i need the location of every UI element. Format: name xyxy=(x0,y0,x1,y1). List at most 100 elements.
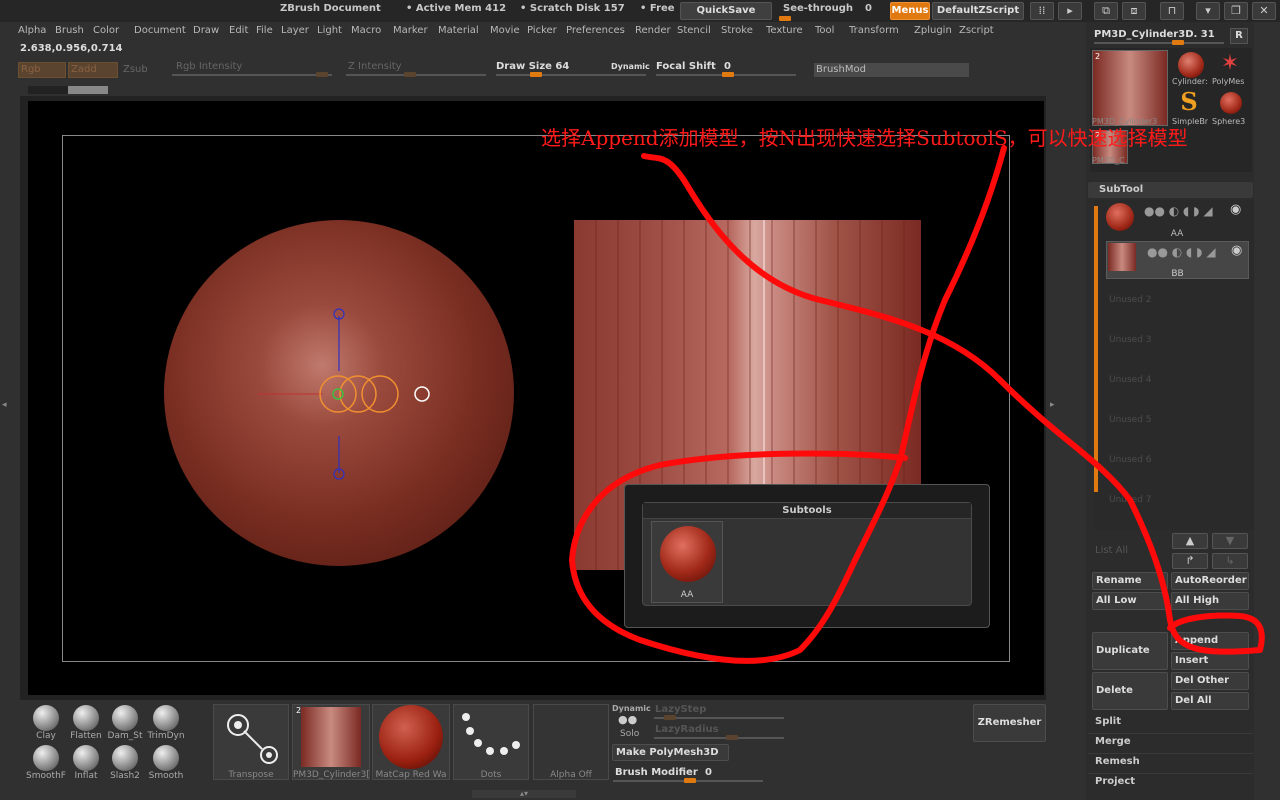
cylinder-thumb-icon[interactable] xyxy=(1178,52,1204,78)
menu-tool[interactable]: Tool xyxy=(815,25,834,36)
draw-size-slider[interactable] xyxy=(496,74,646,76)
rgb-intensity-knob[interactable] xyxy=(316,72,328,77)
menu-stroke[interactable]: Stroke xyxy=(721,25,753,36)
minimize-icon[interactable]: ▾ xyxy=(1196,2,1220,20)
subtool-item-bb[interactable]: ●● ◐ ◖ ◗ ◢ ◉ BB xyxy=(1106,241,1249,279)
smoothf-brush-icon[interactable] xyxy=(33,745,59,771)
menu-preferences[interactable]: Preferences xyxy=(566,25,625,36)
solo-icon[interactable]: ●● xyxy=(618,713,642,727)
append-button[interactable]: Append xyxy=(1171,632,1249,650)
alpha-tile[interactable]: Alpha Off xyxy=(533,704,609,780)
lock-icon[interactable]: ⊓ xyxy=(1160,2,1184,20)
clay-brush-icon[interactable] xyxy=(33,705,59,731)
menu-macro[interactable]: Macro xyxy=(351,25,381,36)
stroke-tile[interactable]: Dots xyxy=(453,704,529,780)
remesh-button[interactable]: Remesh xyxy=(1095,756,1140,767)
default-zscript-button[interactable]: DefaultZScript xyxy=(932,2,1024,20)
move-down-icon[interactable]: ▼ xyxy=(1212,533,1248,549)
lazystep-knob[interactable] xyxy=(664,715,676,720)
menu-edit[interactable]: Edit xyxy=(229,25,248,36)
zsub-button[interactable]: Zsub xyxy=(123,64,148,75)
subtool-item-aa[interactable]: ●● ◐ ◖ ◗ ◢ ◉ AA xyxy=(1104,201,1250,239)
unused-slot[interactable]: Unused 4 xyxy=(1109,375,1152,385)
subtool-scrollbar[interactable] xyxy=(1094,206,1098,492)
tool-tile[interactable]: 2 PM3D_Cylinder3[ xyxy=(292,704,370,780)
unused-slot[interactable]: Unused 7 xyxy=(1109,495,1152,505)
merge-button[interactable]: Merge xyxy=(1095,736,1131,747)
r-button[interactable]: R xyxy=(1230,28,1248,44)
del-all-button[interactable]: Del All xyxy=(1171,692,1249,710)
restore-icon[interactable]: ❐ xyxy=(1224,2,1248,20)
see-through-slider[interactable]: See-through 0 xyxy=(775,2,885,21)
draw-size-knob[interactable] xyxy=(530,72,542,77)
list-all-button[interactable]: List All xyxy=(1095,545,1128,556)
menu-transform[interactable]: Transform xyxy=(849,25,899,36)
menu-document[interactable]: Document xyxy=(134,25,186,36)
move-up-icon[interactable]: ▲ xyxy=(1172,533,1208,549)
right-panel-arrow-icon[interactable]: ▸ xyxy=(1050,400,1056,414)
menus-button[interactable]: Menus xyxy=(890,2,930,20)
layout-icon[interactable]: ⧉ xyxy=(1094,2,1118,20)
menu-draw[interactable]: Draw xyxy=(193,25,219,36)
unused-slot[interactable]: Unused 2 xyxy=(1109,295,1152,305)
flatten-brush-icon[interactable] xyxy=(73,705,99,731)
left-panel-arrow-icon[interactable]: ◂ xyxy=(2,400,8,414)
menu-file[interactable]: File xyxy=(256,25,273,36)
project-button[interactable]: Project xyxy=(1095,776,1135,787)
scroll-icon[interactable]: ⁞⁞ xyxy=(1030,2,1054,20)
dynamic-solo-toggle[interactable]: Dynamic xyxy=(612,704,651,713)
insert-button[interactable]: Insert xyxy=(1171,652,1249,670)
all-high-button[interactable]: All High xyxy=(1171,592,1249,610)
menu-picker[interactable]: Picker xyxy=(527,25,557,36)
del-other-button[interactable]: Del Other xyxy=(1171,672,1249,690)
z-intensity-knob[interactable] xyxy=(404,72,416,77)
tool-thumb-cylinder[interactable]: 2 xyxy=(1092,50,1168,126)
menu-brush[interactable]: Brush xyxy=(55,25,84,36)
menu-marker[interactable]: Marker xyxy=(393,25,428,36)
menu-zplugin[interactable]: Zplugin xyxy=(914,25,952,36)
rgb-intensity-slider[interactable] xyxy=(172,74,332,76)
rgb-button[interactable]: Rgb xyxy=(18,62,66,78)
z-intensity-slider[interactable] xyxy=(346,74,486,76)
quicksave-button[interactable]: QuickSave xyxy=(680,2,772,20)
menu-light[interactable]: Light xyxy=(317,25,342,36)
polymesh-star-icon[interactable]: ✶ xyxy=(1218,52,1242,76)
duplicate-button[interactable]: Duplicate xyxy=(1092,632,1168,670)
unused-slot[interactable]: Unused 6 xyxy=(1109,455,1152,465)
merge-up-icon[interactable]: ↱ xyxy=(1172,553,1208,569)
brush-modifier-knob[interactable] xyxy=(684,778,696,783)
menu-zscript[interactable]: Zscript xyxy=(959,25,994,36)
sphere3-thumb-icon[interactable] xyxy=(1220,92,1242,114)
split-button[interactable]: Split xyxy=(1095,716,1121,727)
collapse-icon[interactable]: ▸ xyxy=(1058,2,1082,20)
bottom-collapse-icon[interactable]: ▴▾ xyxy=(472,790,576,798)
focal-shift-knob[interactable] xyxy=(722,72,734,77)
delete-button[interactable]: Delete xyxy=(1092,672,1168,710)
dynamic-toggle[interactable]: Dynamic xyxy=(611,62,650,71)
menu-texture[interactable]: Texture xyxy=(766,25,803,36)
smooth-brush-icon[interactable] xyxy=(153,745,179,771)
make-polymesh-button[interactable]: Make PolyMesh3D xyxy=(612,744,729,761)
subtool-aa-toggles-icon[interactable]: ●● ◐ ◖ ◗ ◢ xyxy=(1144,204,1213,218)
subtool-aa-eye-icon[interactable]: ◉ xyxy=(1230,202,1241,217)
layout2-icon[interactable]: ⧈ xyxy=(1122,2,1146,20)
transpose-tile[interactable]: Transpose xyxy=(213,704,289,780)
menu-stencil[interactable]: Stencil xyxy=(677,25,711,36)
damstandard-brush-icon[interactable] xyxy=(112,705,138,731)
menu-movie[interactable]: Movie xyxy=(490,25,520,36)
tool-slider-knob[interactable] xyxy=(1172,40,1184,45)
unused-slot[interactable]: Unused 3 xyxy=(1109,335,1152,345)
rename-button[interactable]: Rename xyxy=(1092,572,1168,590)
menu-material[interactable]: Material xyxy=(438,25,479,36)
unused-slot[interactable]: Unused 5 xyxy=(1109,415,1152,425)
subtool-bb-eye-icon[interactable]: ◉ xyxy=(1231,243,1242,258)
simplebrush-icon[interactable]: S xyxy=(1176,88,1202,116)
menu-color[interactable]: Color xyxy=(93,25,119,36)
lazyradius-slider[interactable] xyxy=(654,737,784,739)
subtool-bb-toggles-icon[interactable]: ●● ◐ ◖ ◗ ◢ xyxy=(1147,245,1216,259)
trimdyn-brush-icon[interactable] xyxy=(153,705,179,731)
lazyradius-knob[interactable] xyxy=(726,735,738,740)
autoreorder-button[interactable]: AutoReorder xyxy=(1171,572,1249,590)
close-icon[interactable]: ✕ xyxy=(1252,2,1276,20)
inflat-brush-icon[interactable] xyxy=(73,745,99,771)
